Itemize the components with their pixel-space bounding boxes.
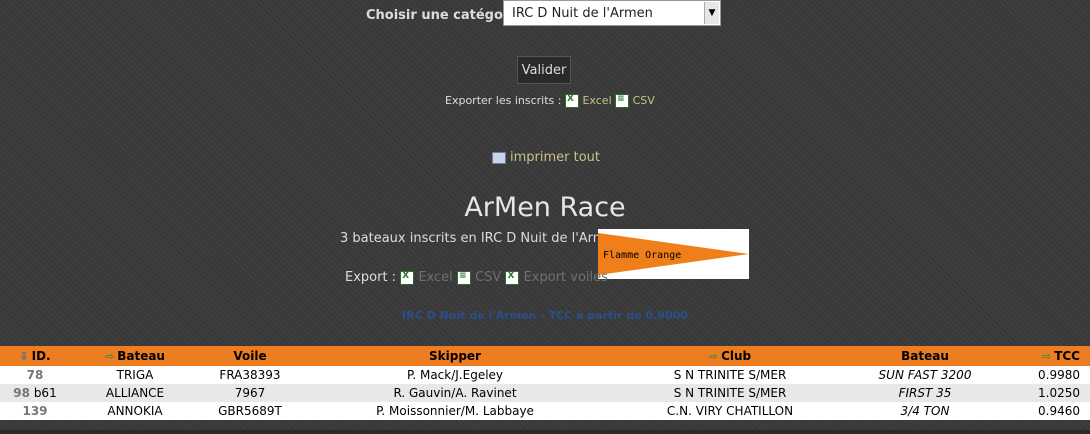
row-skipper: R. Gauvin/A. Ravinet: [393, 386, 517, 400]
chevron-down-icon[interactable]: ▼: [704, 2, 719, 24]
row-tcc: 0.9980: [1038, 368, 1080, 382]
row-sail: 7967: [234, 386, 266, 400]
header-id[interactable]: ⇩ ID.: [0, 346, 70, 366]
race-title: ArMen Race: [464, 192, 626, 223]
flag-image: Flamme Orange: [598, 229, 749, 279]
race-export-label: Export :: [345, 270, 397, 285]
sort-arrow-icon[interactable]: ⇨: [709, 350, 718, 363]
sort-down-icon[interactable]: ⇩: [19, 350, 28, 363]
csv-icon[interactable]: [615, 94, 630, 108]
row-id: 78: [26, 368, 44, 382]
table-row: 98 b61 ALLIANCE 7967 R. Gauvin/A. Ravine…: [0, 384, 1090, 402]
print-all-link[interactable]: imprimer tout: [510, 150, 600, 165]
row-tcc: 1.0250: [1038, 386, 1080, 400]
validate-button[interactable]: Valider: [517, 56, 571, 84]
flag-label: Flamme Orange: [603, 250, 681, 261]
export-registrants-line: Exporter les inscrits : Excel CSV: [445, 94, 655, 108]
row-skipper: P. Moissonnier/M. Labbaye: [376, 404, 534, 418]
csv-icon[interactable]: [456, 270, 471, 285]
race-export-line: Export : Excel CSV Export voiles: [345, 270, 608, 285]
row-sail: GBR5689T: [218, 404, 282, 418]
row-id: 98 b61: [13, 386, 57, 400]
header-sail: Voile: [233, 349, 267, 363]
registered-count: 3 bateaux inscrits en IRC D Nuit de l'Ar…: [340, 231, 622, 246]
row-boat: ANNOKIA: [107, 404, 163, 418]
table-row: 78 TRIGA FRA38393 P. Mack/J.Egeley S N T…: [0, 366, 1090, 384]
row-club: S N TRINITE S/MER: [673, 386, 787, 400]
table-row: 139 ANNOKIA GBR5689T P. Moissonnier/M. L…: [0, 402, 1090, 420]
export-excel-link[interactable]: Excel: [582, 94, 611, 107]
header-boat[interactable]: ⇨ Bateau: [70, 346, 200, 366]
row-model: 3/4 TON: [900, 404, 950, 418]
row-id: 139: [22, 404, 48, 418]
race-export-csv-link[interactable]: CSV: [475, 270, 501, 285]
excel-icon[interactable]: [564, 94, 579, 108]
table-header-row: ⇩ ID. ⇨ Bateau Voile Skipper ⇨ Club Bateau …: [0, 346, 1090, 366]
printer-icon[interactable]: [492, 151, 506, 164]
row-model: SUN FAST 3200: [878, 368, 972, 382]
category-subheading: IRC D Nuit de l'Armen - TCC à partir de …: [402, 309, 688, 322]
export-csv-link[interactable]: CSV: [633, 94, 655, 107]
excel-icon[interactable]: [400, 270, 415, 285]
row-tcc: 0.9460: [1038, 404, 1080, 418]
row-club: S N TRINITE S/MER: [673, 368, 787, 382]
header-skipper: Skipper: [429, 349, 481, 363]
category-label: Choisir une catégorie: [366, 8, 523, 23]
row-sail: FRA38393: [219, 368, 281, 382]
category-select-value: IRC D Nuit de l'Armen: [512, 6, 653, 21]
row-club: C.N. VIRY CHATILLON: [666, 404, 794, 418]
row-boat: TRIGA: [116, 368, 154, 382]
excel-icon[interactable]: [505, 270, 520, 285]
header-club[interactable]: ⇨ Club: [610, 346, 850, 366]
row-model: FIRST 35: [898, 386, 952, 400]
category-select[interactable]: IRC D Nuit de l'Armen ▼: [503, 0, 721, 26]
header-model: Bateau: [901, 349, 949, 363]
row-skipper: P. Mack/J.Egeley: [406, 368, 504, 382]
sort-arrow-icon[interactable]: ⇨: [1042, 350, 1051, 363]
row-boat: ALLIANCE: [105, 386, 165, 400]
sort-arrow-icon[interactable]: ⇨: [105, 350, 114, 363]
print-all[interactable]: imprimer tout: [492, 150, 600, 165]
race-export-sails-link[interactable]: Export voiles: [524, 270, 608, 285]
bottom-divider: [0, 430, 1090, 434]
race-export-excel-link[interactable]: Excel: [418, 270, 452, 285]
export-registrants-label: Exporter les inscrits :: [445, 94, 562, 107]
flag-pennant-icon: Flamme Orange: [598, 233, 749, 275]
header-tcc[interactable]: ⇨ TCC: [1000, 346, 1090, 366]
entries-table: ⇩ ID. ⇨ Bateau Voile Skipper ⇨ Club Bateau …: [0, 346, 1090, 420]
